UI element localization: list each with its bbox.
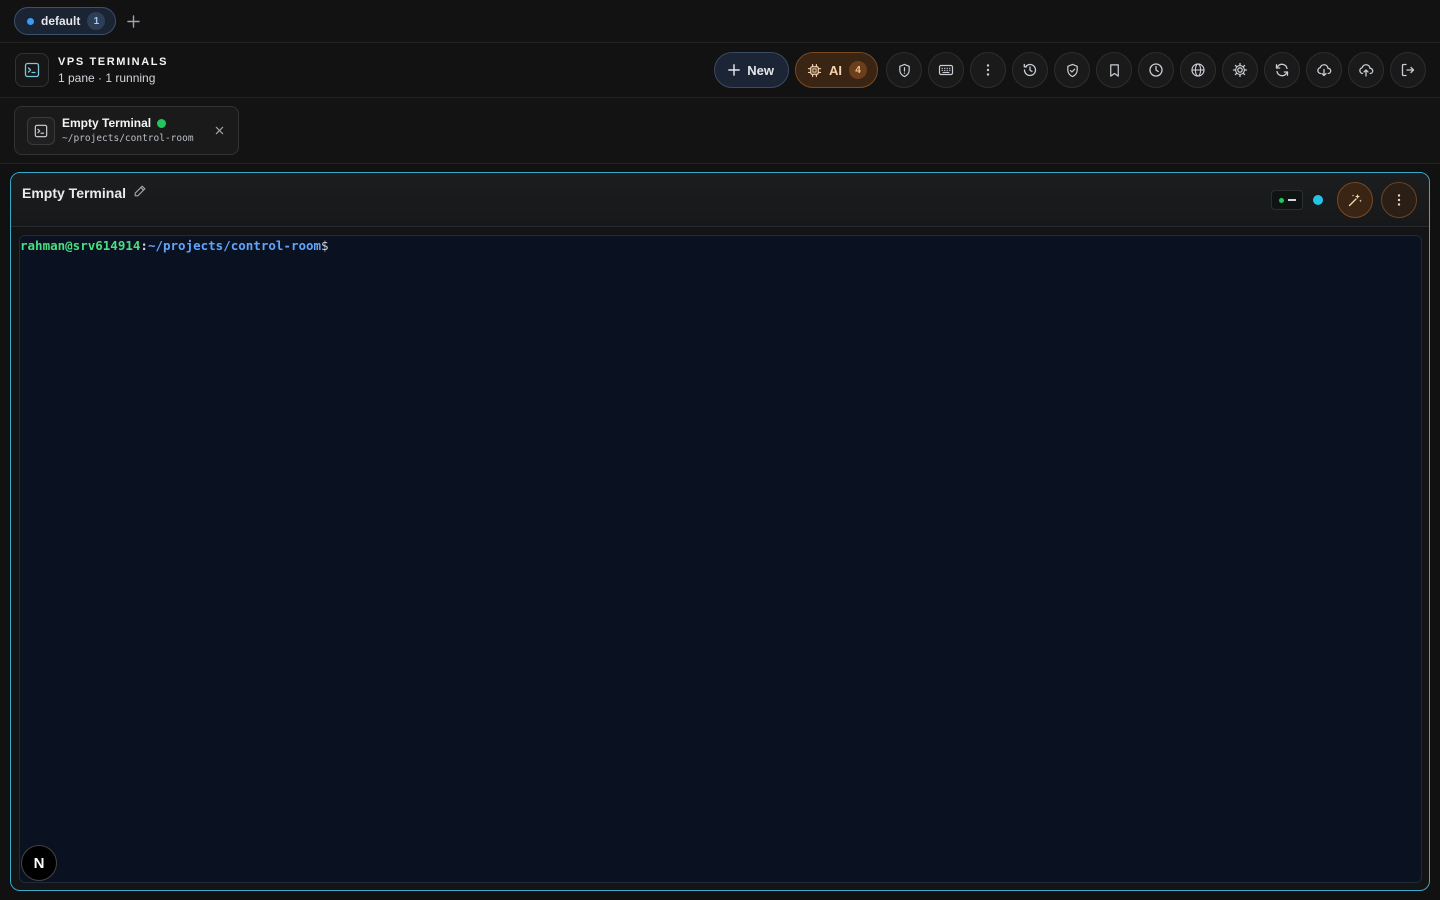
download-button[interactable] [1306, 52, 1342, 88]
more-vertical-icon [1397, 194, 1401, 206]
tab-title-row: Empty Terminal [62, 116, 167, 130]
rename-button[interactable] [133, 184, 147, 201]
upload-button[interactable] [1348, 52, 1384, 88]
logout-button[interactable] [1390, 52, 1426, 88]
globe-icon [1191, 63, 1205, 77]
sparkle-wand-icon [1348, 194, 1362, 207]
schedule-button[interactable] [1138, 52, 1174, 88]
new-terminal-button[interactable]: New [714, 52, 789, 88]
terminal-pane: Empty Terminal rahman@srv614914:~/projec… [10, 172, 1430, 891]
refresh-icon [1275, 63, 1289, 77]
toolbar: New AI 4 [714, 52, 1426, 88]
activity-indicator [1313, 195, 1323, 205]
session-name: default [41, 14, 81, 28]
pencil-icon [134, 185, 146, 197]
keyboard-button[interactable] [928, 52, 964, 88]
clock-icon [1149, 63, 1163, 77]
plus-icon [126, 14, 140, 28]
terminal-output[interactable]: rahman@srv614914:~/projects/control-room… [19, 235, 1422, 883]
terminal-icon [15, 53, 49, 87]
app-header: VPS TERMINALS 1 pane · 1 running New AI … [0, 43, 1440, 98]
ai-count-badge: 4 [849, 61, 867, 79]
shield-button[interactable] [886, 52, 922, 88]
ai-button[interactable]: AI 4 [795, 52, 878, 88]
terminal-tab[interactable]: Empty Terminal ~/projects/control-room [14, 106, 239, 155]
bookmark-button[interactable] [1096, 52, 1132, 88]
terminal-tabs: Empty Terminal ~/projects/control-room [0, 98, 1440, 164]
settings-button[interactable] [1222, 52, 1258, 88]
history-button[interactable] [1012, 52, 1048, 88]
pane-header: Empty Terminal [11, 173, 1429, 227]
session-pane-count: 1 [87, 12, 106, 30]
prompt-cwd: ~/projects/control-room [147, 238, 322, 253]
minimize-dash [1287, 199, 1296, 201]
cpu-icon [807, 63, 822, 77]
security-button[interactable] [1054, 52, 1090, 88]
bookmark-icon [1109, 63, 1119, 77]
prompt-user-host: rahman@srv614914 [20, 238, 141, 253]
connection-dot [1278, 197, 1284, 203]
session-tab-default[interactable]: default 1 [14, 7, 117, 35]
ai-assist-button[interactable] [1337, 182, 1373, 218]
more-options-button[interactable] [970, 52, 1006, 88]
close-icon [215, 126, 223, 134]
more-vertical-icon [986, 64, 990, 76]
shell-prompt: rahman@srv614914:~/projects/control-room… [20, 238, 329, 253]
cloud-download-icon [1317, 64, 1332, 77]
add-session-button[interactable] [120, 8, 146, 34]
shield-check-icon [1066, 63, 1078, 77]
refresh-button[interactable] [1264, 52, 1300, 88]
terminal-icon [27, 117, 55, 145]
app-title: VPS TERMINALS [58, 56, 169, 68]
close-tab-button[interactable] [212, 123, 226, 137]
tab-path: ~/projects/control-room [62, 133, 194, 144]
pane-menu-button[interactable] [1381, 182, 1417, 218]
settings-icon [1232, 62, 1248, 78]
keyboard-icon [938, 64, 954, 76]
running-status-dot [157, 118, 167, 128]
prompt-dollar: $ [321, 238, 329, 253]
app-subtitle: 1 pane · 1 running [58, 71, 156, 85]
logout-icon [1401, 63, 1415, 77]
session-status-dot [27, 17, 34, 25]
pane-controls [1271, 182, 1417, 218]
pane-title: Empty Terminal [22, 184, 126, 201]
ai-button-label: AI [829, 62, 842, 78]
new-button-label: New [747, 62, 774, 78]
connection-status-chip[interactable] [1271, 190, 1303, 210]
shield-icon [898, 63, 910, 77]
n-badge[interactable]: N [21, 845, 57, 881]
prompt-colon: : [140, 238, 148, 253]
pane-title-row: Empty Terminal [22, 184, 147, 201]
tab-title: Empty Terminal [62, 116, 152, 130]
network-button[interactable] [1180, 52, 1216, 88]
cloud-upload-icon [1359, 64, 1374, 77]
plus-icon [728, 64, 741, 76]
history-icon [1023, 63, 1037, 77]
session-bar: default 1 [0, 0, 1440, 43]
